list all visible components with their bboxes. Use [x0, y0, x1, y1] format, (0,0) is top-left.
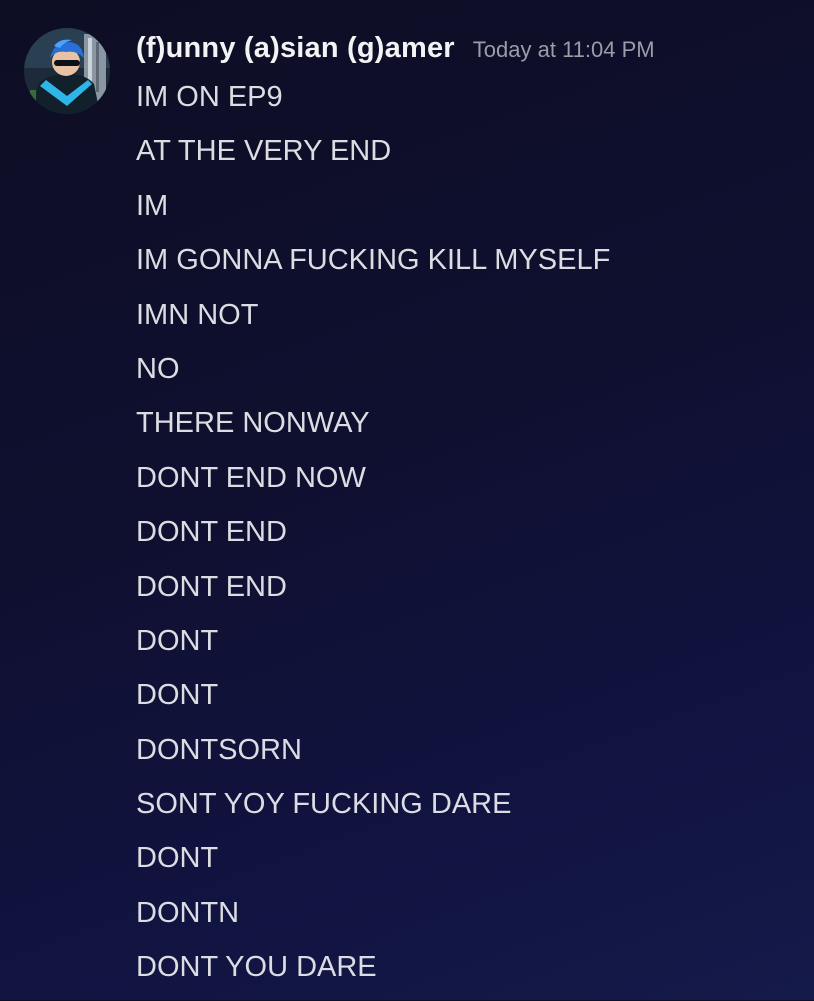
message-line: THERE NONWAY: [136, 407, 370, 440]
message-line: DONTSORN: [136, 733, 302, 766]
message-line: IM ON EP9: [136, 81, 283, 113]
chat-message: (f)unny (a)sian (g)amer Today at 11:04 P…: [0, 0, 814, 1000]
message-line: DONT: [136, 842, 219, 875]
message-line: IM: [136, 189, 169, 222]
message-line: SONT YOY FUCKING DARE: [136, 788, 512, 821]
message-line: DONT END: [136, 570, 287, 603]
timestamp[interactable]: Today at 11:04 PM: [473, 37, 655, 63]
message-line: DONT: [136, 624, 219, 657]
user-avatar-icon[interactable]: [24, 28, 110, 114]
message-line: DONTN: [136, 896, 240, 929]
message-line: DONT: [136, 679, 219, 712]
message-line: IMN NOT: [136, 298, 259, 331]
message-line: DONT YOU DARE: [136, 951, 377, 984]
message-line: IM GONNA FUCKING KILL MYSELF: [136, 244, 611, 277]
username[interactable]: (f)unny (a)sian (g)amer: [136, 32, 455, 65]
message-content: IM ON EP9 AT THE VERY END IM IM GONNA FU…: [136, 76, 796, 1001]
message-line: DONT END NOW: [136, 461, 366, 494]
message-line: AT THE VERY END: [136, 135, 392, 168]
message-header: (f)unny (a)sian (g)amer Today at 11:04 P…: [136, 32, 655, 72]
message-line: NO: [136, 352, 180, 385]
message-line: DONT END: [136, 516, 287, 549]
